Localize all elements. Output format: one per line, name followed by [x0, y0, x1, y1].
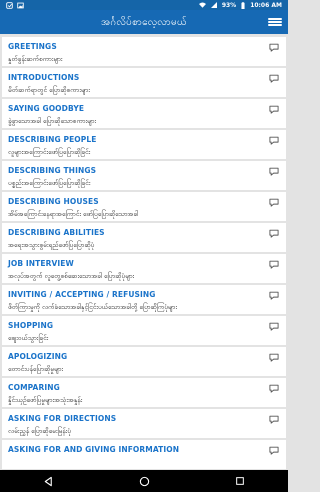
system-navigation-bar	[0, 470, 288, 492]
topic-title: DESCRIBING HOUSES	[8, 197, 99, 206]
chat-bubble-icon[interactable]	[269, 415, 279, 424]
topic-item-describing-abilities[interactable]: DESCRIBING ABILITIES အရေးအသွားစွမ်းရည်ဖေ…	[2, 223, 286, 252]
topic-item-apologizing[interactable]: APOLOGIZING တောင်းပန်ပြောဆိုမှုများ	[2, 347, 286, 376]
topic-subtitle: မိတ်ဆက်ရာတွင် ပြောဆိုစကားများ	[8, 86, 90, 94]
topic-item-comparing[interactable]: COMPARING နှိုင်းယှဉ်ဖော်ပြမှုများအသုံးအ…	[2, 378, 286, 407]
topic-subtitle: နှိုင်းယှဉ်ဖော်ပြမှုများအသုံးအနှုန်း	[8, 396, 83, 404]
topic-list[interactable]: GREETINGS နှုတ်ခွန်းဆက်စကားများ INTRODUC…	[0, 34, 288, 470]
topic-title: ASKING FOR AND GIVING INFORMATION	[8, 445, 180, 454]
chat-bubble-icon[interactable]	[269, 322, 279, 331]
chat-bubble-icon[interactable]	[269, 384, 279, 393]
chat-bubble-icon[interactable]	[269, 260, 279, 269]
chat-bubble-icon[interactable]	[269, 446, 279, 455]
signal-icon	[210, 2, 217, 8]
image-notification-icon	[17, 2, 24, 8]
chat-bubble-icon[interactable]	[269, 291, 279, 300]
recents-icon[interactable]	[233, 474, 247, 488]
topic-title: DESCRIBING THINGS	[8, 166, 97, 175]
chat-bubble-icon[interactable]	[269, 43, 279, 52]
topic-subtitle: အိမ်အကြောင်းနေရာအကြောင်း ဖော်ပြပြောဆိုသေ…	[8, 210, 139, 218]
status-right-group: 93% 10:06 AM	[198, 1, 282, 9]
topic-item-asking-for-directions[interactable]: ASKING FOR DIRECTIONS လမ်းညွှန် ပြောဆိုမ…	[2, 409, 286, 438]
topic-subtitle: နှုတ်ခွန်းဆက်စကားများ	[8, 55, 63, 63]
battery-percent: 93%	[221, 1, 237, 9]
app-bar: အင်္ဂလိပ်စာလေ့လာမယ်	[0, 10, 288, 34]
hamburger-menu-icon[interactable]	[268, 15, 282, 29]
chat-bubble-icon[interactable]	[269, 353, 279, 362]
status-notification-icons	[6, 1, 24, 9]
back-icon[interactable]	[41, 474, 55, 488]
topic-item-shopping[interactable]: SHOPPING ဈေးဝယ်သွားခြင်း	[2, 316, 286, 345]
chat-bubble-icon[interactable]	[269, 74, 279, 83]
notification-icon	[6, 1, 13, 9]
clock: 10:06 AM	[250, 1, 282, 9]
topic-item-saying-goodbye[interactable]: SAYING GOODBYE ခွဲခွာသောအခါ ပြောဆိုသောစက…	[2, 99, 286, 128]
topic-item-describing-people[interactable]: DESCRIBING PEOPLE လူများအကြောင်းဖော်ပြပြ…	[2, 130, 286, 159]
topic-subtitle: လမ်းညွှန် ပြောဆိုမေးမြန်းပုံ	[8, 427, 72, 435]
topic-title: APOLOGIZING	[8, 352, 68, 361]
topic-item-describing-houses[interactable]: DESCRIBING HOUSES အိမ်အကြောင်းနေရာအကြောင…	[2, 192, 286, 221]
topic-title: DESCRIBING ABILITIES	[8, 228, 105, 237]
chat-bubble-icon[interactable]	[269, 136, 279, 145]
topic-subtitle: ဈေးဝယ်သွားခြင်း	[8, 334, 49, 342]
topic-title: JOB INTERVIEW	[8, 259, 74, 268]
topic-item-introductions[interactable]: INTRODUCTIONS မိတ်ဆက်ရာတွင် ပြောဆိုစကားမ…	[2, 68, 286, 97]
topic-subtitle: ဖိတ်ကြားမှုကို လက်ခံသောအခါနှင့်ငြင်းပယ်သ…	[8, 303, 177, 311]
topic-subtitle: အရေးအသွားစွမ်းရည်ဖော်ပြပြောဆိုပုံ	[8, 241, 95, 249]
topic-subtitle: အလုပ်အတွက် လူတွေ့စစ်ဆေးသောအခါ ပြောဆိုပုံ…	[8, 272, 135, 280]
topic-title: COMPARING	[8, 383, 60, 392]
topic-title: ASKING FOR DIRECTIONS	[8, 414, 117, 423]
topic-item-inviting-accepting-refusing[interactable]: INVITING / ACCEPTING / REFUSING ဖိတ်ကြား…	[2, 285, 286, 314]
app-title: အင်္ဂလိပ်စာလေ့လာမယ်	[100, 16, 188, 28]
topic-title: DESCRIBING PEOPLE	[8, 135, 97, 144]
topic-subtitle: တောင်းပန်ပြောဆိုမှုများ	[8, 365, 64, 373]
topic-subtitle: ပစ္စည်းအကြောင်းဖော်ပြပြောဆိုခြင်း	[8, 179, 91, 187]
topic-title: SAYING GOODBYE	[8, 104, 85, 113]
topic-title: SHOPPING	[8, 321, 54, 330]
chat-bubble-icon[interactable]	[269, 105, 279, 114]
wifi-icon	[198, 2, 206, 8]
topic-title: INVITING / ACCEPTING / REFUSING	[8, 290, 156, 299]
topic-subtitle: လူများအကြောင်းဖော်ပြပြောဆိုခြင်း	[8, 148, 91, 156]
topic-title: INTRODUCTIONS	[8, 73, 80, 82]
battery-icon	[241, 1, 245, 9]
home-icon[interactable]	[137, 474, 151, 488]
topic-item-greetings[interactable]: GREETINGS နှုတ်ခွန်းဆက်စကားများ	[2, 37, 286, 66]
topic-item-describing-things[interactable]: DESCRIBING THINGS ပစ္စည်းအကြောင်းဖော်ပြပ…	[2, 161, 286, 190]
chat-bubble-icon[interactable]	[269, 167, 279, 176]
topic-subtitle: ခွဲခွာသောအခါ ပြောဆိုသောစကားများ	[8, 117, 97, 125]
topic-item-job-interview[interactable]: JOB INTERVIEW အလုပ်အတွက် လူတွေ့စစ်ဆေးသော…	[2, 254, 286, 283]
status-bar: 93% 10:06 AM	[0, 0, 288, 10]
topic-item-asking-for-and-giving-information[interactable]: ASKING FOR AND GIVING INFORMATION	[2, 440, 286, 469]
topic-title: GREETINGS	[8, 42, 57, 51]
chat-bubble-icon[interactable]	[269, 229, 279, 238]
chat-bubble-icon[interactable]	[269, 198, 279, 207]
